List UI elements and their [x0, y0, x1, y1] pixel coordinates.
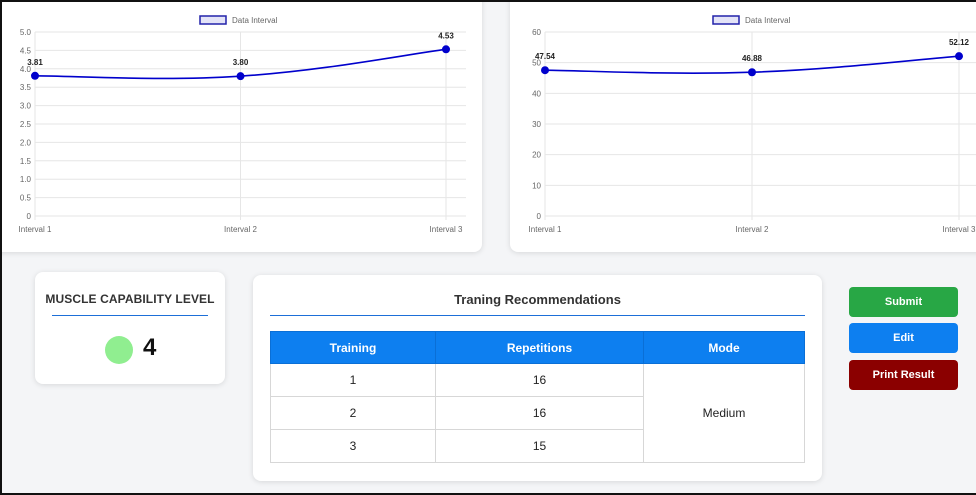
x-tick-label: Interval 1 — [19, 225, 52, 234]
data-point — [748, 68, 756, 77]
chart-card-1: Data Interval 0 0.5 1.0 1.5 2.0 2.5 3.0 3.5 4.0 4.… — [0, 0, 482, 252]
training-cell: 3 — [270, 429, 436, 463]
column-header-mode: Mode — [643, 331, 805, 364]
capability-divider — [52, 315, 208, 316]
column-header-repetitions: Repetitions — [435, 331, 644, 364]
y-tick-label: 10 — [532, 181, 541, 190]
y-tick-label: 1.0 — [20, 175, 32, 184]
print-result-button[interactable]: Print Result — [849, 360, 958, 390]
repetitions-cell: 16 — [435, 396, 644, 430]
muscle-capability-card: MUSCLE CAPABILITY LEVEL 4 — [35, 272, 225, 384]
mode-cell: Medium — [643, 363, 805, 463]
training-table: Training Repetitions Mode 1 16 Medium 2 … — [270, 331, 805, 463]
legend-swatch — [199, 15, 227, 25]
y-tick-label: 0 — [537, 212, 542, 221]
legend-label: Data Interval — [745, 16, 791, 25]
y-tick-label: 2.5 — [20, 120, 32, 129]
repetitions-cell: 16 — [435, 363, 644, 397]
y-tick-label: 0.5 — [20, 194, 32, 203]
data-point — [955, 52, 963, 61]
x-tick-label: Interval 3 — [430, 225, 463, 234]
y-tick-label: 20 — [532, 151, 541, 160]
data-label: 3.80 — [233, 58, 249, 67]
legend-swatch — [712, 15, 740, 25]
table-row: 1 16 Medium — [270, 363, 805, 463]
data-point — [541, 66, 549, 75]
data-point — [442, 45, 450, 54]
capability-title: MUSCLE CAPABILITY LEVEL — [45, 292, 215, 306]
y-tick-label: 3.0 — [20, 102, 32, 111]
line-chart-2: Data Interval0102030405060Interval 1 Inte… — [529, 15, 976, 234]
y-tick-label: 4.5 — [20, 46, 32, 55]
training-recommendations-card: Traning Recommendations Training Repetit… — [253, 275, 822, 481]
training-title: Traning Recommendations — [454, 292, 621, 307]
capability-indicator-dot — [105, 336, 133, 364]
y-tick-label: 60 — [532, 28, 541, 37]
line-chart-1: Data Interval00.51.01.52.02.53.03.54.04.… — [19, 15, 466, 234]
repetitions-cell: 15 — [435, 429, 644, 463]
y-tick-label: 30 — [532, 120, 541, 129]
y-tick-label: 2.0 — [20, 138, 32, 147]
table-header-row: Training Repetitions Mode — [270, 331, 805, 364]
chart-card-2: Data Interval 0 10 20 30 40 50 60 Interval 1 Inte… — [510, 0, 976, 252]
submit-button[interactable]: Submit — [849, 287, 958, 317]
data-label: 4.53 — [438, 31, 454, 40]
column-header-training: Training — [270, 331, 436, 364]
data-point — [236, 72, 245, 81]
training-cell: 2 — [270, 396, 436, 430]
legend-label: Data Interval — [232, 16, 278, 25]
training-divider — [270, 315, 805, 316]
y-tick-label: 40 — [532, 89, 541, 98]
data-label: 47.54 — [535, 52, 556, 61]
y-tick-label: 0 — [27, 212, 32, 221]
data-point — [31, 71, 39, 80]
capability-level-value: 4 — [143, 334, 157, 361]
edit-button[interactable]: Edit — [849, 323, 958, 353]
data-label: 3.81 — [27, 58, 43, 67]
y-tick-label: 3.5 — [20, 83, 32, 92]
x-tick-label: Interval 2 — [736, 225, 769, 234]
x-tick-label: Interval 2 — [224, 225, 257, 234]
data-label: 46.88 — [742, 54, 763, 63]
y-tick-label: 5.0 — [20, 28, 32, 37]
x-tick-label: Interval 1 — [529, 225, 562, 234]
training-cell: 1 — [270, 363, 436, 397]
x-tick-label: Interval 3 — [943, 225, 976, 234]
data-label: 52.12 — [949, 38, 970, 47]
y-tick-label: 1.5 — [20, 157, 32, 166]
